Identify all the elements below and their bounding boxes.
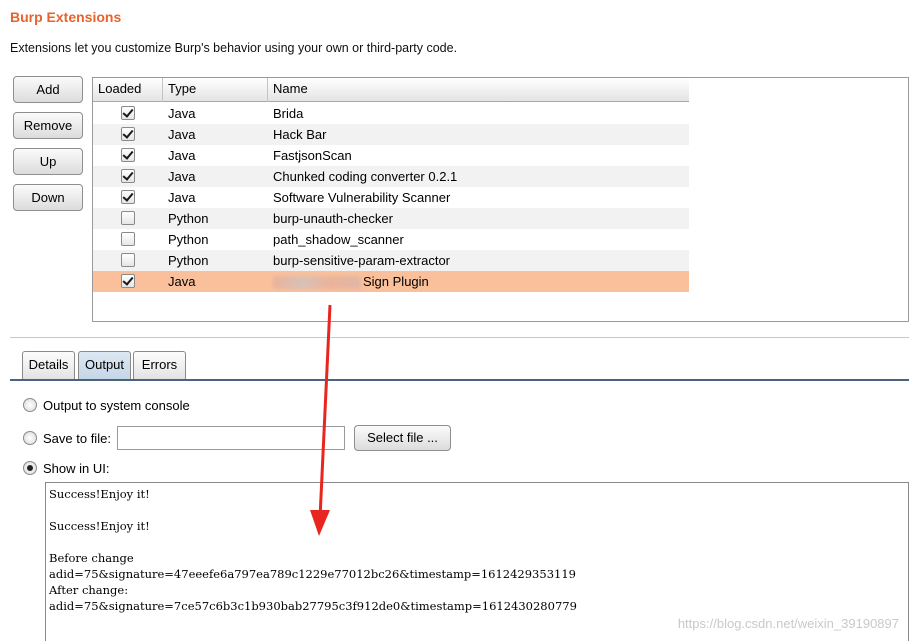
down-button[interactable]: Down <box>13 184 83 211</box>
loaded-checkbox[interactable] <box>121 253 135 267</box>
loaded-checkbox[interactable] <box>121 169 135 183</box>
table-header: Loaded Type Name <box>93 78 689 102</box>
table-row[interactable]: Python path_shadow_scanner <box>93 229 689 250</box>
table-row[interactable]: Java Sign Plugin <box>93 271 689 292</box>
up-button[interactable]: Up <box>13 148 83 175</box>
loaded-checkbox[interactable] <box>121 190 135 204</box>
extension-type: Java <box>168 127 196 142</box>
save-to-file-radio[interactable] <box>23 431 37 445</box>
tab-details[interactable]: Details <box>22 351 75 379</box>
output-line: Success!Enjoy it! <box>49 519 150 533</box>
loaded-checkbox[interactable] <box>121 148 135 162</box>
tab-output[interactable]: Output <box>78 351 131 379</box>
panel-divider <box>10 337 909 338</box>
save-to-file-label: Save to file: <box>43 431 111 446</box>
extension-type: Python <box>168 211 209 226</box>
extension-name: FastjsonScan <box>273 148 352 163</box>
watermark: https://blog.csdn.net/weixin_39190897 <box>677 616 899 631</box>
tab-underline <box>10 379 909 381</box>
redacted-name-part <box>273 276 361 290</box>
extension-name: path_shadow_scanner <box>273 232 404 247</box>
extension-name: Chunked coding converter 0.2.1 <box>273 169 458 184</box>
extension-name-text: Sign Plugin <box>363 274 429 289</box>
loaded-checkbox[interactable] <box>121 232 135 246</box>
extensions-table[interactable]: Loaded Type Name Java Brida Java Hack Bar Ja… <box>92 77 909 322</box>
extension-type: Java <box>168 148 196 163</box>
extension-type: Python <box>168 232 209 247</box>
show-in-ui-radio[interactable] <box>23 461 37 475</box>
add-button[interactable]: Add <box>13 76 83 103</box>
column-header-loaded[interactable]: Loaded <box>93 78 163 102</box>
output-line: adid=75&signature=7ce57c6b3c1b930bab2779… <box>49 599 577 613</box>
column-header-type[interactable]: Type <box>163 78 268 102</box>
page-title: Burp Extensions <box>10 9 122 25</box>
output-line: After change: <box>49 583 129 597</box>
extension-type: Python <box>168 253 209 268</box>
select-file-button[interactable]: Select file ... <box>354 425 451 451</box>
extension-name: Software Vulnerability Scanner <box>273 190 451 205</box>
extension-type: Java <box>168 169 196 184</box>
output-line: Success!Enjoy it! <box>49 487 150 501</box>
output-system-console-label: Output to system console <box>43 398 190 413</box>
extension-name: Sign Plugin <box>273 271 429 292</box>
loaded-checkbox[interactable] <box>121 127 135 141</box>
remove-button[interactable]: Remove <box>13 112 83 139</box>
extension-type: Java <box>168 106 196 121</box>
table-row[interactable]: Java Chunked coding converter 0.2.1 <box>93 166 689 187</box>
extension-name: burp-unauth-checker <box>273 211 393 226</box>
table-row[interactable]: Java Hack Bar <box>93 124 689 145</box>
table-row[interactable]: Java Software Vulnerability Scanner <box>93 187 689 208</box>
table-row[interactable]: Python burp-sensitive-param-extractor <box>93 250 689 271</box>
output-system-console-radio[interactable] <box>23 398 37 412</box>
extension-name: Hack Bar <box>273 127 327 142</box>
tab-errors[interactable]: Errors <box>133 351 186 379</box>
output-line: Before change <box>49 551 134 565</box>
red-arrow-annotation <box>310 304 332 536</box>
extension-name: burp-sensitive-param-extractor <box>273 253 451 268</box>
loaded-checkbox[interactable] <box>121 106 135 120</box>
column-header-name[interactable]: Name <box>268 78 689 102</box>
loaded-checkbox[interactable] <box>121 211 135 225</box>
table-row[interactable]: Java Brida <box>93 103 689 124</box>
loaded-checkbox[interactable] <box>121 274 135 288</box>
table-row[interactable]: Python burp-unauth-checker <box>93 208 689 229</box>
extension-name: Brida <box>273 106 304 121</box>
extension-type: Java <box>168 190 196 205</box>
extension-type: Java <box>168 274 196 289</box>
output-line: adid=75&signature=47eeefe6a797ea789c1229… <box>49 567 576 581</box>
page-description: Extensions let you customize Burp's beha… <box>10 41 458 55</box>
show-in-ui-label: Show in UI: <box>43 461 110 476</box>
table-row[interactable]: Java FastjsonScan <box>93 145 689 166</box>
